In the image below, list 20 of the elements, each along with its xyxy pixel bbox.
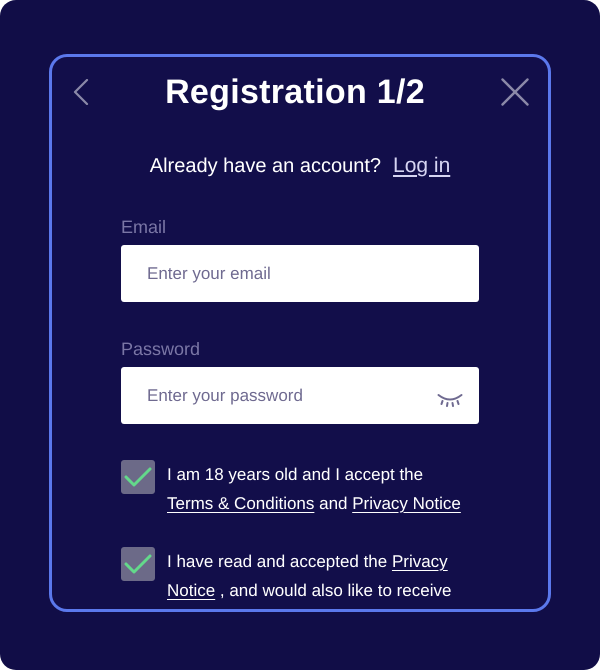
login-link[interactable]: Log in [393, 152, 450, 180]
password-field[interactable]: Enter your password [121, 367, 479, 424]
close-icon[interactable] [501, 78, 529, 106]
closed-eye-icon[interactable] [437, 393, 463, 407]
dialog-title: Registration 1/2 [165, 72, 425, 112]
field-label: Password [121, 338, 202, 361]
consent-text: I am 18 years old and I accept the Terms & Conditions and Privacy Notice [167, 464, 462, 515]
consent-text: I have read and accepted the Privacy Notice , and would also like to receive [167, 551, 452, 602]
checkmark-icon [124, 466, 152, 488]
checkbox[interactable] [121, 547, 155, 581]
checkmark-icon [124, 553, 152, 575]
login-prompt-text: Already have an account? [150, 154, 382, 179]
back-icon[interactable] [73, 79, 89, 105]
consent-link[interactable]: Notice [167, 581, 216, 600]
consent-link[interactable]: Privacy Notice [352, 494, 461, 513]
field-label: Email [121, 216, 168, 239]
checkbox[interactable] [121, 460, 155, 494]
consent-link[interactable]: Privacy [392, 552, 448, 571]
consent-link[interactable]: Terms & Conditions [167, 494, 314, 513]
email-field[interactable]: Enter your email [121, 245, 479, 302]
